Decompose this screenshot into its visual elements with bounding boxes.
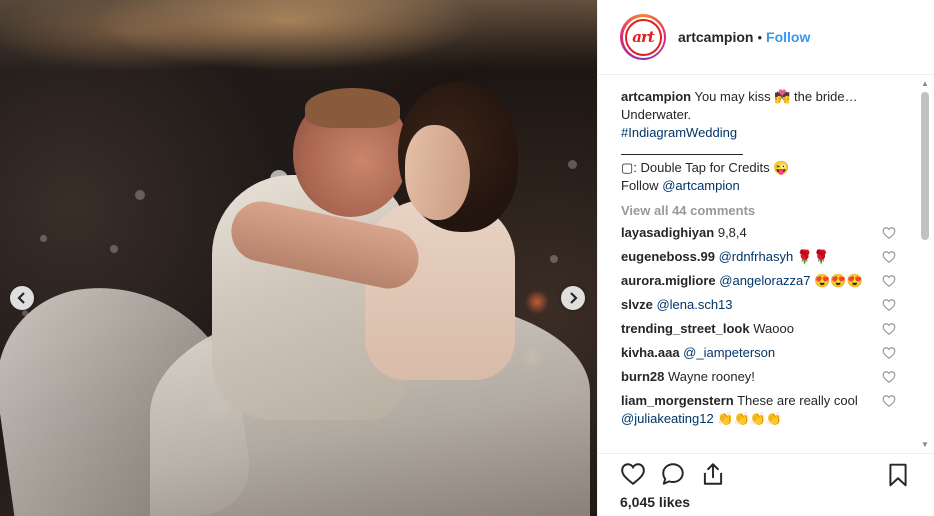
caption-hashtag[interactable]: #IndiagramWedding [621, 124, 896, 142]
comment-mention[interactable]: @lena.sch13 [656, 297, 732, 312]
previous-photo-button[interactable] [10, 286, 34, 310]
comment-text: trending_street_look Waooo [621, 320, 882, 338]
bubble [550, 255, 558, 263]
caption-username[interactable]: artcampion [621, 89, 691, 104]
comment-body: 9,8,4 [717, 225, 747, 240]
comment-username[interactable]: eugeneboss.99 [621, 249, 715, 264]
comment-like-heart-icon[interactable] [882, 250, 896, 264]
comment-like-heart-icon[interactable] [882, 394, 896, 408]
next-photo-button[interactable] [561, 286, 585, 310]
comment-row: trending_street_look Waooo [621, 320, 896, 338]
comment-like-heart-icon[interactable] [882, 322, 896, 336]
caption-text: You may kiss 💏 the bride… [694, 89, 858, 104]
water-surface [0, 0, 597, 70]
caption-credits: ▢: Double Tap for Credits 😜 [621, 160, 790, 175]
comment-username[interactable]: trending_street_look [621, 321, 750, 336]
comment-row: slvze @lena.sch13 [621, 296, 896, 314]
chevron-right-icon [570, 292, 578, 304]
comment-username[interactable]: layasadighiyan [621, 225, 714, 240]
comment-row: burn28 Wayne rooney! [621, 368, 896, 386]
post-side-panel: art artcampion • Follow artcampion You m… [597, 0, 934, 516]
comment-username[interactable]: burn28 [621, 369, 664, 384]
post-photo[interactable] [0, 0, 597, 516]
caption-text-2: Underwater. [621, 107, 692, 122]
separator-dot: • [757, 29, 763, 45]
comments-scrollbar[interactable]: ▲ ▼ [918, 76, 932, 453]
comment-text: kivha.aaa @_iampeterson [621, 344, 882, 362]
comment-like-heart-icon[interactable] [882, 298, 896, 312]
caption-line: artcampion You may kiss 💏 the bride… [621, 88, 896, 106]
scroll-up-arrow[interactable]: ▲ [920, 79, 930, 89]
comments-section[interactable]: artcampion You may kiss 💏 the bride… Und… [598, 76, 934, 453]
light-glow [525, 290, 549, 314]
share-icon[interactable] [700, 461, 726, 487]
comment-mention[interactable]: @juliakeating12 [621, 411, 714, 426]
bookmark-icon[interactable] [885, 462, 911, 488]
comment-row: eugeneboss.99 @rdnfrhasyh 🌹🌹 [621, 248, 896, 266]
comment-username[interactable]: slvze [621, 297, 653, 312]
scroll-thumb[interactable] [921, 92, 929, 240]
comment-body: Wayne rooney! [667, 369, 755, 384]
comment-like-heart-icon[interactable] [882, 370, 896, 384]
comment-mention[interactable]: @angelorazza7 [719, 273, 810, 288]
comment-body: Waooo [753, 321, 794, 336]
bride-face [405, 125, 470, 220]
bubble [110, 245, 118, 253]
comment-mention[interactable]: @_iampeterson [683, 345, 775, 360]
comment-like-heart-icon[interactable] [882, 226, 896, 240]
comment-body: These are really cool [737, 393, 858, 408]
chevron-left-icon [17, 292, 25, 304]
bubble [40, 235, 47, 242]
comment-username[interactable]: kivha.aaa [621, 345, 680, 360]
caption-follow-mention[interactable]: @artcampion [662, 178, 740, 193]
bubble [568, 160, 577, 169]
comment-like-heart-icon[interactable] [882, 274, 896, 288]
avatar-logo: art [624, 18, 662, 56]
comment-row: aurora.migliore @angelorazza7 😍😍😍 [621, 272, 896, 290]
comment-emoji: 👏👏👏👏 [717, 411, 783, 426]
follow-button[interactable]: Follow [766, 29, 810, 45]
comment-body: 🌹🌹 [796, 249, 830, 264]
comment-rows: layasadighiyan 9,8,4 eugeneboss.99 @rdnfr… [621, 224, 896, 428]
avatar-ring: art [622, 16, 664, 58]
avatar[interactable]: art [620, 14, 666, 60]
post-actions: 6,045 likes [598, 453, 934, 516]
view-all-comments-link[interactable]: View all 44 comments [621, 203, 896, 218]
action-row [598, 454, 934, 494]
groom-hair [305, 88, 400, 128]
comment-row: kivha.aaa @_iampeterson [621, 344, 896, 362]
instagram-post: art artcampion • Follow artcampion You m… [0, 0, 934, 516]
scroll-down-arrow[interactable]: ▼ [920, 440, 930, 450]
comment-text: slvze @lena.sch13 [621, 296, 882, 314]
comment-username[interactable]: aurora.migliore [621, 273, 716, 288]
post-header: art artcampion • Follow [598, 0, 934, 75]
comment-text: burn28 Wayne rooney! [621, 368, 882, 386]
bubble [135, 190, 145, 200]
likes-count[interactable]: 6,045 likes [598, 494, 934, 510]
post-caption: artcampion You may kiss 💏 the bride… Und… [621, 88, 896, 195]
caption-divider [621, 142, 743, 155]
comment-username[interactable]: liam_morgenstern [621, 393, 734, 408]
comment-text: eugeneboss.99 @rdnfrhasyh 🌹🌹 [621, 248, 882, 266]
caption-follow-line: Follow @artcampion [621, 177, 896, 195]
comment-like-heart-icon[interactable] [882, 346, 896, 360]
comment-text: aurora.migliore @angelorazza7 😍😍😍 [621, 272, 882, 290]
caption-follow-prefix: Follow [621, 178, 659, 193]
comment-text: layasadighiyan 9,8,4 [621, 224, 882, 242]
comment-row: layasadighiyan 9,8,4 [621, 224, 896, 242]
comment-icon[interactable] [660, 461, 686, 487]
comment-body: 😍😍😍 [814, 273, 863, 288]
comment-row: liam_morgenstern These are really cool @… [621, 392, 896, 428]
comment-text: liam_morgenstern These are really cool @… [621, 392, 882, 428]
comments-list: artcampion You may kiss 💏 the bride… Und… [598, 76, 916, 428]
heart-icon[interactable] [620, 461, 646, 487]
comment-mention[interactable]: @rdnfrhasyh [719, 249, 794, 264]
username-link[interactable]: artcampion [678, 29, 753, 45]
